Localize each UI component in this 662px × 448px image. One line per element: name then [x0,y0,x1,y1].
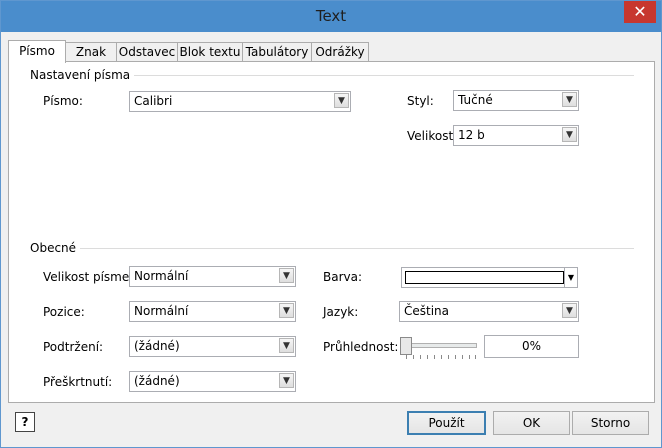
font-value: Calibri [134,94,173,108]
chevron-down-icon[interactable]: ▼ [279,303,294,318]
transparency-value[interactable]: 0% [484,335,579,358]
language-combo[interactable]: Čeština ▼ [399,301,579,322]
tab-character[interactable]: Znak [65,42,117,62]
case-label: Velikost písmen: [43,270,141,284]
language-label: Jazyk: [323,305,359,319]
tab-bullets[interactable]: Odrážky [311,42,369,62]
case-combo[interactable]: Normální ▼ [129,266,296,287]
section-general: Obecné [30,241,81,255]
tab-paragraph[interactable]: Odstavec [116,42,178,62]
size-value: 12 b [458,128,485,142]
position-label: Pozice: [43,305,85,319]
transparency-slider-thumb[interactable] [400,337,412,355]
style-label: Styl: [407,94,434,108]
underline-combo[interactable]: (žádné) ▼ [129,336,296,357]
font-label: Písmo: [43,94,83,108]
underline-label: Podtržení: [43,340,104,354]
transparency-slider-track[interactable] [409,343,477,348]
chevron-down-icon[interactable]: ▼ [562,303,577,318]
position-value: Normální [134,304,189,318]
underline-value: (žádné) [134,339,180,353]
section-divider [31,248,634,249]
strikethrough-label: Přeškrtnutí: [43,375,113,389]
title-bar: Text ✕ [1,1,661,32]
strikethrough-combo[interactable]: (žádné) ▼ [129,371,296,392]
color-label: Barva: [323,270,363,284]
chevron-down-icon[interactable]: ▼ [279,338,294,353]
slider-ticks [406,355,476,359]
help-icon[interactable]: ? [15,412,35,432]
case-value: Normální [134,269,189,283]
tab-font[interactable]: Písmo [8,40,66,63]
style-combo[interactable]: Tučné ▼ [453,90,579,111]
transparency-label: Průhlednost: [323,340,399,354]
strikethrough-value: (žádné) [134,374,180,388]
font-combo[interactable]: Calibri ▼ [129,91,351,112]
chevron-down-icon[interactable]: ▼ [562,92,577,107]
color-picker[interactable]: ▼ [401,267,578,288]
chevron-down-icon[interactable]: ▼ [279,373,294,388]
tab-text-block[interactable]: Blok textu [177,42,243,62]
language-value: Čeština [404,304,450,318]
position-combo[interactable]: Normální ▼ [129,301,296,322]
cancel-button[interactable]: Storno [572,411,649,435]
tab-tabs[interactable]: Tabulátory [242,42,312,62]
color-swatch [405,271,564,284]
chevron-down-icon[interactable]: ▼ [279,268,294,283]
section-font-settings: Nastavení písma [30,68,135,82]
chevron-down-icon[interactable]: ▼ [334,93,349,108]
close-button[interactable]: ✕ [624,1,656,23]
ok-button[interactable]: OK [493,411,570,435]
text-dialog: Text ✕ Písmo Znak Odstavec Blok textu Ta… [0,0,662,448]
apply-button[interactable]: Použít [407,411,486,435]
style-value: Tučné [458,93,493,107]
window-title: Text [315,7,347,25]
caret-down-icon[interactable]: ▼ [564,268,577,287]
size-combo[interactable]: 12 b ▼ [453,125,579,146]
size-label: Velikost: [407,129,458,143]
chevron-down-icon[interactable]: ▼ [562,127,577,142]
